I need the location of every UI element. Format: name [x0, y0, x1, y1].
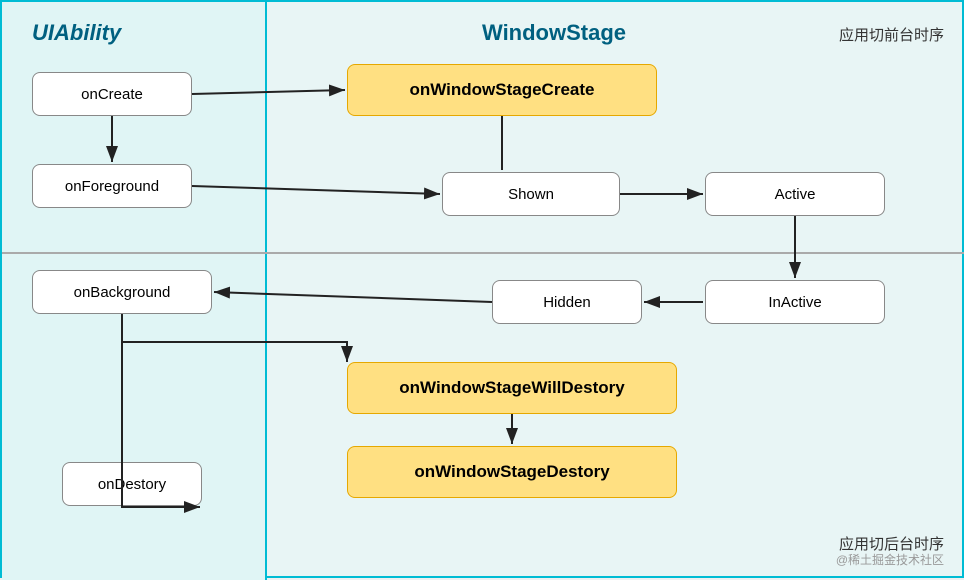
node-inactive: InActive	[705, 280, 885, 324]
uiability-title: UIAbility	[32, 20, 121, 46]
label-foreground: 应用切前台时序	[839, 24, 944, 45]
h-divider	[2, 252, 964, 254]
watermark: @稀土掘金技术社区	[836, 551, 944, 568]
node-onbackground: onBackground	[32, 270, 212, 314]
node-onwindowstagecreate: onWindowStageCreate	[347, 64, 657, 116]
node-shown: Shown	[442, 172, 620, 216]
node-hidden: Hidden	[492, 280, 642, 324]
windowstage-title: WindowStage	[482, 20, 626, 46]
node-ondestory: onDestory	[62, 462, 202, 506]
node-oncreate: onCreate	[32, 72, 192, 116]
node-active: Active	[705, 172, 885, 216]
node-onwindowstagewilldestory: onWindowStageWillDestory	[347, 362, 677, 414]
node-onforeground: onForeground	[32, 164, 192, 208]
diagram-container: UIAbility WindowStage onCreate onForegro…	[0, 0, 964, 578]
node-onwindowstagedestory: onWindowStageDestory	[347, 446, 677, 498]
